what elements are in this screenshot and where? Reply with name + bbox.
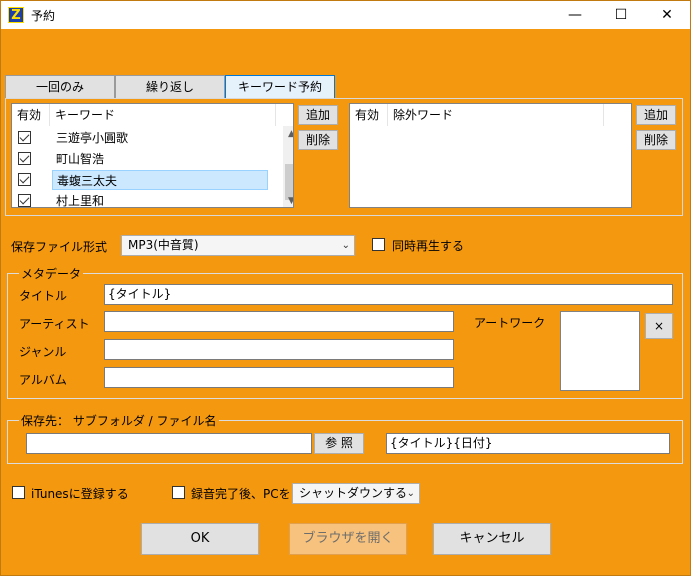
col-keyword[interactable]: キーワード [50, 104, 276, 126]
scroll-down-icon[interactable]: ▼ [283, 193, 293, 207]
col-enabled[interactable]: 有効 [350, 104, 388, 126]
filename-input[interactable]: {タイトル}{日付} [386, 433, 670, 454]
artwork-clear-button[interactable]: × [645, 313, 673, 339]
after-record-select[interactable]: シャットダウンする ⌄ [292, 483, 420, 504]
list-item[interactable]: 毒蝮三太夫 [12, 170, 276, 191]
album-input[interactable] [104, 367, 454, 388]
after-record-label: 録音完了後、PCを [191, 487, 291, 501]
simultaneous-play-checkbox[interactable] [372, 238, 385, 251]
save-destination-group-label: 保存先： サブフォルダ / ファイル名 [19, 412, 219, 429]
keyword-delete-button[interactable]: 削除 [298, 130, 338, 150]
tab-repeat[interactable]: 繰り返し [115, 75, 225, 99]
chevron-down-icon: ⌄ [406, 488, 415, 499]
save-format-label: 保存ファイル形式 [11, 240, 108, 254]
close-button[interactable]: ✕ [644, 1, 690, 29]
keyword-list-scrollbar[interactable]: ▲ ▼ [283, 126, 293, 207]
keyword-list[interactable]: 有効 キーワード 三遊亭小圓歌 町山智浩 毒蝮三太夫 村上里和 ▲ ▼ [11, 103, 294, 208]
row-checkbox[interactable] [18, 152, 31, 165]
keyword-text: 三遊亭小圓歌 [56, 131, 129, 145]
col-exclude-word[interactable]: 除外ワード [388, 104, 604, 126]
title-label: タイトル [19, 289, 68, 303]
ok-button[interactable]: OK [141, 523, 259, 555]
row-checkbox[interactable] [18, 173, 31, 186]
maximize-button[interactable]: ☐ [598, 1, 644, 29]
keyword-text: 村上里和 [56, 194, 105, 208]
itunes-label: iTunesに登録する [31, 487, 129, 501]
after-record-value: シャットダウンする [299, 486, 408, 500]
keyword-add-button[interactable]: 追加 [298, 105, 338, 125]
row-checkbox[interactable] [18, 131, 31, 144]
tab-once[interactable]: 一回のみ [5, 75, 115, 99]
simultaneous-play-label: 同時再生する [392, 239, 465, 253]
reservation-window: Z 予約 — ☐ ✕ 一回のみ 繰り返し キーワード予約 有効 キーワード 三遊… [0, 0, 691, 576]
artwork-label: アートワーク [474, 316, 546, 330]
exclude-add-button[interactable]: 追加 [636, 105, 676, 125]
cancel-button[interactable]: キャンセル [433, 523, 551, 555]
list-item[interactable]: 村上里和 [12, 191, 276, 208]
exclude-delete-button[interactable]: 削除 [636, 130, 676, 150]
itunes-checkbox[interactable] [12, 486, 25, 499]
browse-button[interactable]: 参 照 [314, 433, 364, 454]
save-format-select[interactable]: MP3(中音質) ⌄ [121, 235, 355, 256]
metadata-group-label: メタデータ [19, 265, 84, 282]
keyword-text: 毒蝮三太夫 [52, 170, 268, 190]
artist-input[interactable] [104, 311, 454, 332]
save-format-value: MP3(中音質) [128, 238, 199, 252]
genre-label: ジャンル [19, 345, 67, 359]
after-record-checkbox[interactable] [172, 486, 185, 499]
open-browser-button[interactable]: ブラウザを開く [289, 523, 407, 555]
artwork-image-box[interactable] [560, 311, 640, 391]
title-bar: Z 予約 — ☐ ✕ [1, 1, 690, 29]
genre-input[interactable] [104, 339, 454, 360]
row-checkbox[interactable] [18, 194, 31, 207]
artist-label: アーティスト [19, 317, 90, 331]
exclude-list-header: 有効 除外ワード [350, 104, 631, 126]
exclude-list[interactable]: 有効 除外ワード [349, 103, 632, 208]
title-input[interactable]: {タイトル} [104, 284, 673, 305]
window-title: 予約 [31, 9, 56, 23]
minimize-button[interactable]: — [552, 1, 598, 29]
folder-input[interactable] [26, 433, 312, 454]
chevron-down-icon: ⌄ [341, 240, 350, 251]
app-icon: Z [8, 7, 24, 23]
album-label: アルバム [19, 373, 67, 387]
keyword-text: 町山智浩 [56, 152, 105, 166]
scroll-up-icon[interactable]: ▲ [283, 126, 293, 143]
list-item[interactable]: 三遊亭小圓歌 [12, 128, 276, 149]
list-item[interactable]: 町山智浩 [12, 149, 276, 170]
keyword-list-header: 有効 キーワード [12, 104, 293, 126]
tab-keyword[interactable]: キーワード予約 [225, 75, 335, 99]
col-enabled[interactable]: 有効 [12, 104, 50, 126]
